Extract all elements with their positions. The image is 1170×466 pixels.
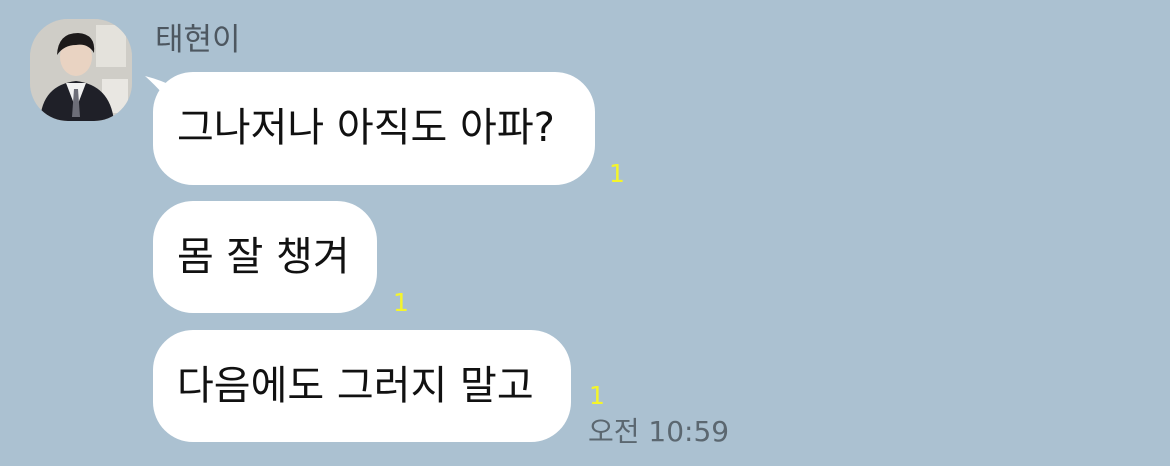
avatar-photo-icon bbox=[30, 19, 132, 121]
unread-count: 1 bbox=[393, 288, 409, 317]
message-bubble[interactable]: 그나저나 아직도 아파? bbox=[153, 72, 595, 185]
message-timestamp: 오전 10:59 bbox=[588, 415, 730, 448]
message-text: 몸 잘 챙겨 bbox=[177, 234, 350, 280]
message-bubble[interactable]: 다음에도 그러지 말고 bbox=[153, 330, 571, 442]
message-text: 다음에도 그러지 말고 bbox=[177, 363, 534, 409]
avatar[interactable] bbox=[30, 19, 132, 121]
message-text: 그나저나 아직도 아파? bbox=[177, 105, 555, 151]
message-bubble[interactable]: 몸 잘 챙겨 bbox=[153, 201, 377, 313]
sender-name: 태현이 bbox=[155, 22, 241, 58]
unread-count: 1 bbox=[589, 381, 605, 410]
unread-count: 1 bbox=[609, 159, 625, 188]
